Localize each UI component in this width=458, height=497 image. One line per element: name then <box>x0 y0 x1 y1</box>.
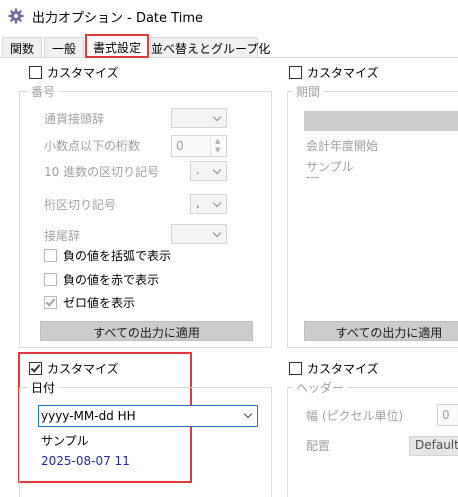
currency-prefix-label: 通貨接頭辞 <box>44 112 105 126</box>
decimal-separator-value: . <box>196 163 200 177</box>
gear-icon <box>8 8 24 24</box>
date-format-value: yyyy-MM-dd HH <box>41 409 136 423</box>
tab-sort-group[interactable]: 並べ替えとグループ化 <box>150 37 270 57</box>
header-customize-checkbox[interactable] <box>289 362 302 375</box>
header-customize-label: カスタマイズ <box>307 362 379 376</box>
period-customize-checkbox[interactable] <box>289 66 302 79</box>
suffix-label: 接尾辞 <box>44 229 81 243</box>
decimal-separator-combo[interactable]: . <box>190 161 227 181</box>
negative-red-label: 負の値を赤で表示 <box>63 273 160 287</box>
currency-prefix-combo[interactable] <box>171 108 227 128</box>
date-customize-label: カスタマイズ <box>47 362 119 376</box>
tab-label: 関数 <box>9 42 34 56</box>
negative-red-checkbox[interactable] <box>44 273 57 286</box>
date-group-title: 日付 <box>28 379 59 396</box>
alignment-label: 配置 <box>306 439 331 453</box>
decimals-value: 0 <box>176 139 184 153</box>
tab-label: 並べ替えとグループ化 <box>151 42 271 56</box>
number-customize-label: カスタマイズ <box>47 66 119 80</box>
chevron-down-icon <box>212 228 222 238</box>
period-customize-label: カスタマイズ <box>307 66 379 80</box>
period-combo[interactable] <box>304 111 458 131</box>
tab-label: 一般 <box>51 42 76 56</box>
checkmark-icon <box>45 296 56 307</box>
down-arrow-icon: ▼ <box>215 146 221 154</box>
tab-label: 書式設定 <box>92 41 141 55</box>
thousands-separator-label: 桁区切り記号 <box>44 198 117 212</box>
window-title: 出力オプション - Date Time <box>32 11 203 26</box>
width-pixels-label: 幅 (ピクセル単位) <box>306 409 404 423</box>
tab-functions[interactable]: 関数 <box>2 37 42 57</box>
title-bar: 出力オプション - Date Time <box>0 0 458 32</box>
chevron-down-icon <box>212 112 222 122</box>
date-sample-label: サンプル <box>41 434 89 448</box>
number-group <box>19 91 272 348</box>
suffix-combo[interactable] <box>171 224 227 244</box>
decimal-separator-label: 10 進数の区切り記号 <box>44 165 160 179</box>
stepper-arrows[interactable]: ▲ ▼ <box>210 136 226 156</box>
alignment-combo[interactable]: Default <box>409 436 458 456</box>
number-group-title: 番号 <box>28 83 59 100</box>
decimals-label: 小数点以下の桁数 <box>44 139 141 153</box>
period-sample-value: --- <box>306 170 319 184</box>
header-group-title: ヘッダー <box>293 379 348 396</box>
alignment-value: Default <box>415 438 458 452</box>
period-apply-all-button[interactable]: すべての出力に適用 <box>304 321 458 341</box>
date-format-dropdown[interactable]: yyyy-MM-dd HH <box>38 405 258 427</box>
checkmark-icon <box>30 362 41 373</box>
header-width-stepper[interactable]: 0 <box>437 404 458 426</box>
period-group-title: 期間 <box>293 83 324 100</box>
number-apply-all-button[interactable]: すべての出力に適用 <box>40 321 253 341</box>
header-width-value: 0 <box>442 408 450 422</box>
thousands-separator-value: , <box>196 196 200 210</box>
number-customize-checkbox[interactable] <box>29 66 42 79</box>
negative-parentheses-label: 負の値を括弧で表示 <box>63 249 172 263</box>
thousands-separator-combo[interactable]: , <box>190 194 227 214</box>
date-sample-value: 2025-08-07 11 <box>41 454 130 468</box>
chevron-down-icon <box>212 165 222 175</box>
fiscal-year-start-label: 会計年度開始 <box>306 139 379 153</box>
decimals-stepper[interactable]: 0 ▲ ▼ <box>171 135 227 157</box>
tab-divider <box>0 57 458 58</box>
negative-parentheses-checkbox[interactable] <box>44 249 57 262</box>
tab-format[interactable]: 書式設定 <box>85 34 149 58</box>
up-arrow-icon: ▲ <box>215 137 221 145</box>
chevron-down-icon <box>212 198 222 208</box>
tab-general[interactable]: 一般 <box>44 37 84 57</box>
date-customize-checkbox[interactable] <box>29 362 42 375</box>
show-zero-label: ゼロ値を表示 <box>63 296 136 310</box>
chevron-down-icon <box>243 409 253 419</box>
show-zero-checkbox[interactable] <box>44 296 57 309</box>
